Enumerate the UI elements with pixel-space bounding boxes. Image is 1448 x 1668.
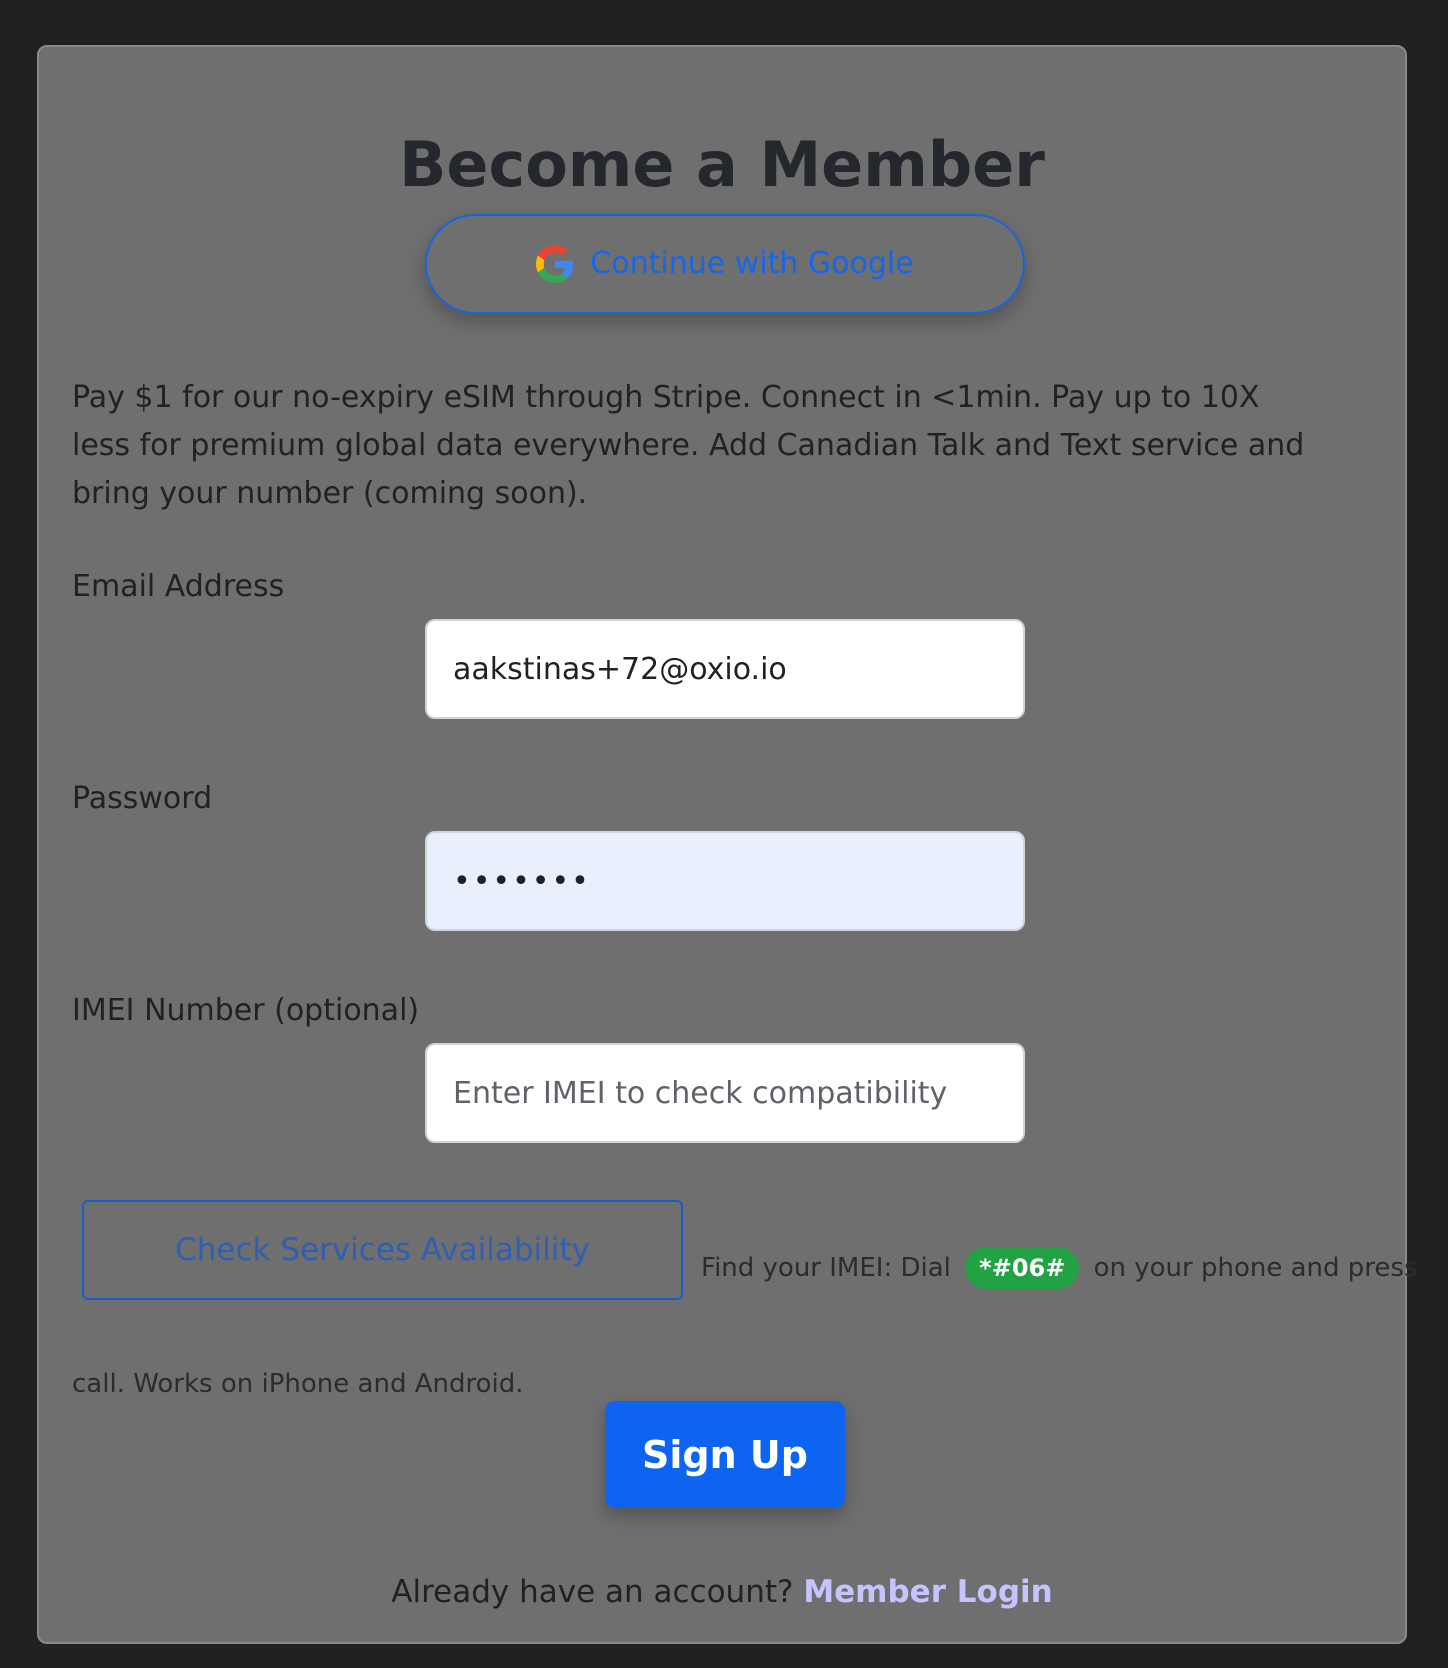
- check-services-availability-button[interactable]: Check Services Availability: [82, 1200, 683, 1300]
- login-prompt: Already have an account? Member Login: [39, 1570, 1405, 1614]
- email-field[interactable]: aakstinas+72@oxio.io: [425, 619, 1025, 719]
- email-value: aakstinas+72@oxio.io: [453, 651, 787, 687]
- imei-help-prefix: Find your IMEI: Dial: [701, 1253, 951, 1283]
- member-login-link[interactable]: Member Login: [803, 1574, 1052, 1610]
- password-field[interactable]: •••••••: [425, 831, 1025, 931]
- login-prompt-text: Already have an account?: [391, 1574, 794, 1610]
- email-label: Email Address: [72, 569, 285, 604]
- imei-field[interactable]: Enter IMEI to check compatibility: [425, 1043, 1025, 1143]
- password-label: Password: [72, 781, 213, 816]
- imei-help-suffix: on your phone and press: [1093, 1253, 1418, 1283]
- google-button-label: Continue with Google: [590, 246, 914, 281]
- imei-code-badge: *#06#: [965, 1247, 1080, 1289]
- password-value: •••••••: [453, 863, 591, 899]
- imei-help-text: Find your IMEI: Dial *#06# on your phone…: [701, 1247, 1418, 1289]
- google-icon: [536, 245, 574, 283]
- imei-placeholder: Enter IMEI to check compatibility: [453, 1075, 948, 1111]
- sign-up-button[interactable]: Sign Up: [605, 1401, 845, 1508]
- signup-card: Become a Member Continue with Google Pay…: [37, 45, 1418, 1644]
- imei-help-line2: call. Works on iPhone and Android.: [72, 1369, 524, 1399]
- imei-label: IMEI Number (optional): [72, 993, 420, 1028]
- membership-description: Pay $1 for our no-expiry eSIM through St…: [72, 380, 1305, 511]
- continue-with-google-button[interactable]: Continue with Google: [425, 214, 1025, 314]
- page-title: Become a Member: [399, 128, 1045, 201]
